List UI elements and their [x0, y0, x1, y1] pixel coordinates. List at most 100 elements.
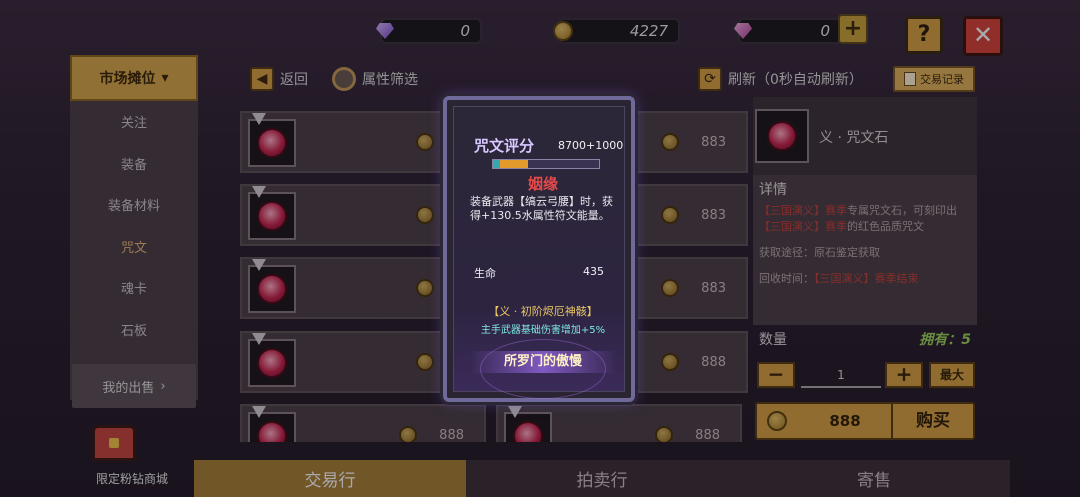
- heart-gem-value: 0: [820, 22, 830, 40]
- back-label: 返回: [280, 72, 308, 88]
- detail-item-slot: [755, 109, 809, 163]
- coin-value: 4227: [629, 22, 668, 40]
- set-name: 【义 · 初阶烬厄神骸】: [488, 305, 598, 318]
- quantity-row: 数量 拥有：5: [753, 327, 977, 351]
- increase-button[interactable]: +: [885, 362, 923, 388]
- source-text: 获取途径：原石鉴定获取: [759, 246, 880, 259]
- item-price: 888: [695, 427, 720, 443]
- sidebar-item-soul-cards[interactable]: 魂卡: [70, 267, 198, 309]
- rune-tooltip-popup[interactable]: 咒文评分 8700+1000 姻缘 装备武器【缟云弓腰】时，获得+130.5水属…: [443, 96, 635, 402]
- coin-icon: [415, 279, 434, 297]
- coin-icon: [661, 353, 680, 371]
- item-price: 883: [701, 134, 726, 150]
- attribute-filter-button[interactable]: 属性筛选: [332, 66, 418, 92]
- item-detail-panel: 义 · 咒文石 详情 【三国演义】赛季专属咒文石，可刻印出【三国演义】赛季的红色…: [753, 97, 977, 442]
- recycle-value: 【三国演义】赛季结束: [814, 272, 919, 285]
- coin-icon: [767, 411, 787, 431]
- quantity-stepper: − 1 + 最大: [757, 362, 977, 392]
- rune-banner: 所罗门的傲慢: [470, 351, 616, 373]
- coin-icon: [550, 18, 576, 44]
- detail-section-title: 详情: [759, 182, 787, 198]
- item-slot: [248, 406, 296, 442]
- decrease-button[interactable]: −: [757, 362, 795, 388]
- desc-text: 的红色品质咒文: [847, 220, 924, 233]
- rune-score-bar: [492, 159, 600, 169]
- pink-gem-value: 0: [460, 22, 470, 40]
- add-gems-button[interactable]: +: [838, 14, 868, 44]
- season-tag: 【三国演义】赛季: [759, 220, 847, 233]
- recycle-label: 回收时间：: [759, 272, 814, 285]
- buy-button[interactable]: 购买: [891, 404, 973, 438]
- item-card[interactable]: 888: [496, 404, 742, 442]
- season-tag: 【三国演义】赛季: [759, 204, 847, 217]
- detail-item-name: 义 · 咒文石: [819, 130, 889, 146]
- max-button[interactable]: 最大: [929, 362, 975, 388]
- sidebar-item-equipment[interactable]: 装备: [70, 143, 198, 185]
- rune-stone-icon: [257, 421, 287, 442]
- tab-consign[interactable]: 寄售: [738, 460, 1010, 497]
- sidebar-item-materials[interactable]: 装备材料: [70, 184, 198, 226]
- trade-records-label: 交易记录: [920, 73, 964, 86]
- coin-icon: [415, 133, 434, 151]
- item-slot: [248, 113, 296, 167]
- item-slot: [248, 259, 296, 313]
- back-arrow-icon: ◀: [250, 67, 274, 91]
- stat-value: 435: [583, 265, 604, 278]
- item-price: 888: [701, 354, 726, 370]
- coin-icon: [661, 279, 680, 297]
- refresh-icon: ⟳: [698, 67, 722, 91]
- rune-stone-icon: [257, 201, 287, 231]
- coin-icon: [415, 206, 434, 224]
- rune-score-value: 8700+1000: [558, 139, 624, 152]
- bottom-tabs: 交易行 拍卖行 寄售: [194, 460, 1010, 497]
- quantity-input[interactable]: 1: [801, 364, 881, 388]
- market-sidebar: 市场摊位 ▾ 关注 装备 装备材料 咒文 魂卡 石板 我的出售 ›: [70, 55, 198, 408]
- item-card[interactable]: 888: [240, 404, 486, 442]
- coin-icon: [655, 426, 674, 442]
- item-slot: [248, 333, 296, 387]
- refresh-button[interactable]: ⟳ 刷新（0秒自动刷新）: [698, 66, 863, 92]
- owned-count: 拥有：5: [919, 332, 971, 348]
- detail-header: 义 · 咒文石: [753, 97, 977, 175]
- trade-records-button[interactable]: 交易记录: [893, 66, 975, 92]
- close-button[interactable]: ✕: [963, 16, 1003, 56]
- attribute-filter-label: 属性筛选: [362, 72, 418, 88]
- chevron-right-icon: ›: [160, 378, 166, 394]
- rune-stat-row: 生命 435: [474, 265, 604, 281]
- my-sales-button[interactable]: 我的出售 ›: [72, 364, 196, 408]
- chevron-down-icon: ▾: [161, 70, 169, 86]
- rune-name: 姻缘: [527, 175, 558, 193]
- heart-gem-icon: [730, 18, 756, 44]
- set-description: 主手武器基础伤害增加+5%: [480, 325, 606, 336]
- back-button[interactable]: ◀ 返回: [250, 66, 308, 92]
- quantity-label: 数量: [759, 332, 787, 348]
- rune-stone-icon: [513, 421, 543, 442]
- item-slot: [248, 186, 296, 240]
- item-price: 883: [701, 280, 726, 296]
- tab-trading[interactable]: 交易行: [194, 460, 466, 497]
- sidebar-header-label: 市场摊位: [99, 71, 156, 87]
- sidebar-item-tablets[interactable]: 石板: [70, 309, 198, 351]
- top-bar: 0 4227 0 + ? ✕: [0, 10, 1080, 56]
- document-icon: [904, 72, 916, 86]
- rune-stone-icon: [257, 348, 287, 378]
- help-button[interactable]: ?: [905, 16, 943, 54]
- sidebar-header[interactable]: 市场摊位 ▾: [70, 55, 198, 101]
- item-price: 883: [701, 207, 726, 223]
- detail-body: 详情 【三国演义】赛季专属咒文石，可刻印出【三国演义】赛季的红色品质咒文 获取途…: [753, 175, 977, 325]
- sidebar-item-follow[interactable]: 关注: [70, 101, 198, 143]
- refresh-label: 刷新（0秒自动刷新）: [728, 72, 863, 88]
- stat-label: 生命: [474, 267, 496, 280]
- pink-gem-icon: [372, 18, 398, 44]
- rune-stone-icon: [767, 121, 797, 151]
- tab-auction[interactable]: 拍卖行: [466, 460, 738, 497]
- recycle-text: 回收时间：【三国演义】赛季结束: [759, 271, 971, 287]
- coin-icon: [661, 133, 680, 151]
- sidebar-item-runes[interactable]: 咒文: [70, 226, 198, 268]
- pink-gem-counter: 0: [376, 18, 482, 44]
- item-price: 888: [439, 427, 464, 443]
- buy-bar: 888 购买: [755, 402, 975, 440]
- magnifier-icon: [332, 67, 356, 91]
- rune-stone-icon: [257, 128, 287, 158]
- treasure-chest-icon[interactable]: [78, 418, 150, 468]
